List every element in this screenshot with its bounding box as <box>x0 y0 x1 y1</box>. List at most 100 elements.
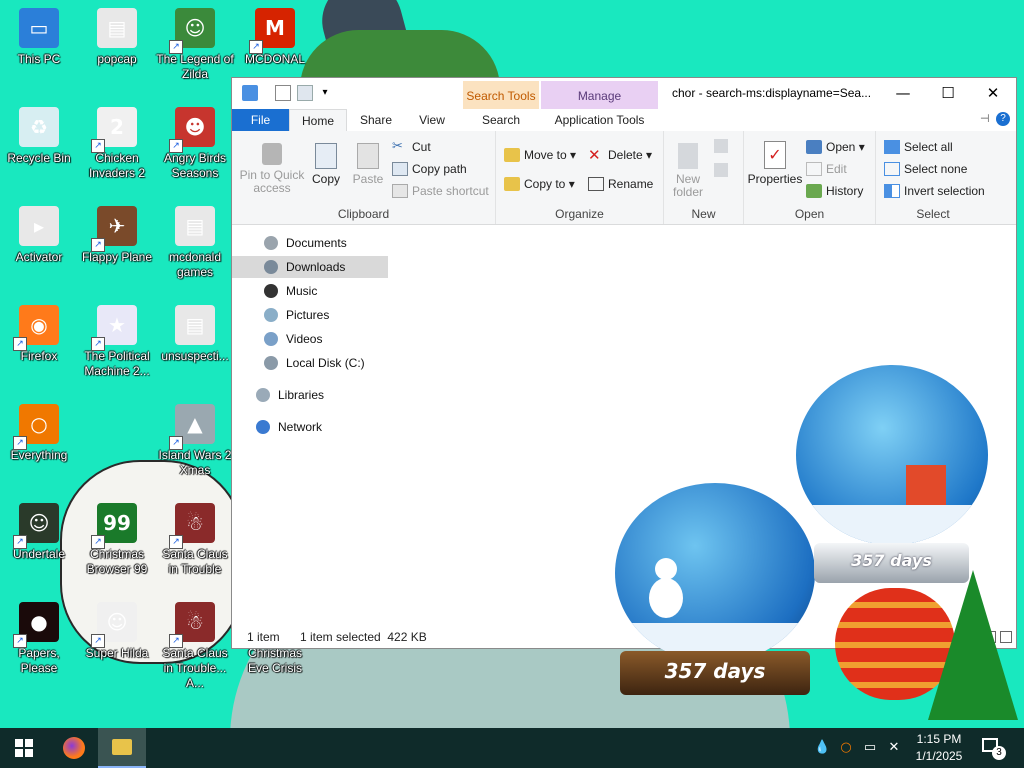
cut-button[interactable]: ✂ Cut <box>392 137 431 157</box>
nav-item-pictures[interactable]: Pictures <box>232 304 388 326</box>
nav-item-documents[interactable]: Documents <box>232 232 388 254</box>
desktop-icon[interactable]: ▸ Activator <box>0 198 78 294</box>
chevron-down-icon[interactable]: ▾ <box>317 85 333 101</box>
nav-item-music[interactable]: Music <box>232 280 388 302</box>
copy-button[interactable]: Copy <box>308 143 344 186</box>
title-bar[interactable]: ▾ Search Tools Manage chor - search-ms:d… <box>232 78 1016 109</box>
close-button[interactable]: ✕ <box>970 78 1016 109</box>
new-group: New folder New <box>664 131 744 224</box>
properties-qa-icon[interactable] <box>275 85 291 101</box>
desktop-icon[interactable]: ○ ↗ Everything <box>0 396 78 492</box>
maximize-button[interactable]: ☐ <box>925 78 971 109</box>
santa-icon: ☃ ↗ <box>169 602 215 648</box>
new-folder-label: New folder <box>672 172 704 199</box>
nav-item-downloads[interactable]: Downloads <box>232 256 388 278</box>
desktop-icon[interactable]: ☺ ↗ Undertale <box>0 495 78 591</box>
select-all-button[interactable]: Select all <box>884 137 953 157</box>
water-drop-icon[interactable]: 💧 <box>814 740 830 756</box>
move-to-button[interactable]: Move to ▾ <box>504 145 576 165</box>
file-explorer-taskbar-button[interactable] <box>98 728 146 768</box>
network-icon[interactable]: ▭ <box>862 740 878 756</box>
search-tools-header: Search Tools <box>463 81 539 109</box>
desktop-icon-label: Santa Claus in Trouble <box>162 547 228 576</box>
new-folder-button[interactable]: New folder <box>668 143 708 199</box>
tab-search[interactable]: Search <box>463 109 539 131</box>
desktop-icon[interactable]: ▲ ↗ Island Wars 2 Xmas <box>156 396 234 492</box>
properties-label: Properties <box>747 172 803 186</box>
tab-home[interactable]: Home <box>289 109 347 131</box>
desktop-icon[interactable]: ▤ mcdonald games <box>156 198 234 294</box>
select-group: Select all Select none Invert selection … <box>876 131 990 224</box>
clock-date: 1/1/2025 <box>915 749 963 763</box>
firefox-icon <box>63 737 85 759</box>
desktop-icon[interactable]: ▤ unsuspecti... <box>156 297 234 393</box>
copy-path-button[interactable]: Copy path <box>392 159 467 179</box>
delete-button[interactable]: ✕ Delete ▾ <box>588 145 652 165</box>
shortcut-arrow-icon: ↗ <box>91 337 105 351</box>
desktop-icon[interactable]: ☃ ↗ Santa Claus in Trouble <box>156 495 234 591</box>
desktop-icon[interactable]: ☃ ↗ Santa Claus in Trouble... A... <box>156 594 234 690</box>
ribbon-pin-icon[interactable]: ⊣ <box>980 112 990 125</box>
desktop-icon[interactable]: ☺ ↗ Super Hilda <box>78 594 156 690</box>
new-folder-qa-icon[interactable] <box>297 85 313 101</box>
nav-item-label: Downloads <box>286 260 346 274</box>
help-icon[interactable]: ? <box>996 112 1010 126</box>
desktop-icon[interactable]: 99 ↗ Christmas Browser 99 <box>78 495 156 591</box>
nav-item-videos[interactable]: Videos <box>232 328 388 350</box>
nav-item-network[interactable]: Network <box>232 416 388 438</box>
tab-file[interactable]: File <box>232 109 289 131</box>
open-button[interactable]: Open ▾ <box>806 137 865 157</box>
snow-globe-widget[interactable]: 357 days <box>610 483 820 703</box>
pin-to-quick-access-button[interactable]: Pin to Quick access <box>238 143 306 195</box>
history-button[interactable]: History <box>806 181 863 201</box>
tab-application-tools[interactable]: Application Tools <box>541 109 658 131</box>
search-tray-icon[interactable]: ○ <box>838 740 854 756</box>
paste-icon <box>357 143 379 169</box>
minimize-button[interactable]: — <box>880 78 926 109</box>
new-item-icon[interactable] <box>714 139 728 153</box>
delete-icon: ✕ <box>588 146 601 164</box>
paste-button[interactable]: Paste <box>350 143 386 186</box>
invert-selection-button[interactable]: Invert selection <box>884 181 985 201</box>
easy-access-icon[interactable] <box>714 163 728 177</box>
plane-icon: ✈ ↗ <box>91 206 137 252</box>
edit-icon <box>806 162 822 176</box>
move-to-label: Move to <box>524 148 567 162</box>
select-none-button[interactable]: Select none <box>884 159 967 179</box>
clock-time: 1:15 PM <box>916 732 962 746</box>
notification-center-button[interactable]: 3 <box>980 736 1006 760</box>
copy-to-button[interactable]: Copy to ▾ <box>504 174 575 194</box>
clock[interactable]: 1:15 PM 1/1/2025 <box>906 731 972 765</box>
paste-shortcut-button[interactable]: Paste shortcut <box>392 181 489 201</box>
christmas-tree-decoration <box>928 570 1018 720</box>
desktop-icon[interactable]: ☻ ↗ Angry Birds Seasons <box>156 99 234 195</box>
paste-shortcut-icon <box>392 184 408 198</box>
edit-button[interactable]: Edit <box>806 159 847 179</box>
start-button[interactable] <box>0 728 48 768</box>
open-group: ✓ Properties Open ▾ Edit History Open <box>744 131 876 224</box>
desktop-icon[interactable]: ☺ ↗ The Legend of Zilda <box>156 0 234 96</box>
desktop-icon[interactable]: ★ ↗ The Political Machine 2... <box>78 297 156 393</box>
desktop-icon[interactable]: ▤ popcap <box>78 0 156 96</box>
snow-globe-widget-2[interactable]: 357 days <box>794 365 994 590</box>
undertale-icon: ☺ ↗ <box>13 503 59 549</box>
volume-muted-icon[interactable]: ✕ <box>886 740 902 756</box>
open-icon <box>806 140 822 154</box>
properties-button[interactable]: ✓ Properties <box>746 141 804 186</box>
rename-button[interactable]: Rename <box>588 174 653 194</box>
desktop-icon-label: Angry Birds Seasons <box>163 151 227 180</box>
nav-item-local-disk-c[interactable]: Local Disk (C:) <box>232 352 388 374</box>
desktop-icon[interactable]: ✈ ↗ Flappy Plane <box>78 198 156 294</box>
firefox-taskbar-button[interactable] <box>50 728 98 768</box>
desktop-icon[interactable]: ◉ ↗ Firefox <box>0 297 78 393</box>
desktop-icon[interactable]: ▭ This PC <box>0 0 78 96</box>
desktop-icon[interactable]: ● ↗ Papers, Please <box>0 594 78 690</box>
desktop-icon[interactable]: 2 ↗ Chicken Invaders 2 <box>78 99 156 195</box>
rename-icon <box>588 177 604 191</box>
tab-share[interactable]: Share <box>352 109 400 131</box>
copy-path-icon <box>392 162 408 176</box>
cut-label: Cut <box>412 140 431 154</box>
tab-view[interactable]: View <box>408 109 456 131</box>
desktop-icon[interactable]: ♻ Recycle Bin <box>0 99 78 195</box>
nav-item-libraries[interactable]: Libraries <box>232 384 388 406</box>
